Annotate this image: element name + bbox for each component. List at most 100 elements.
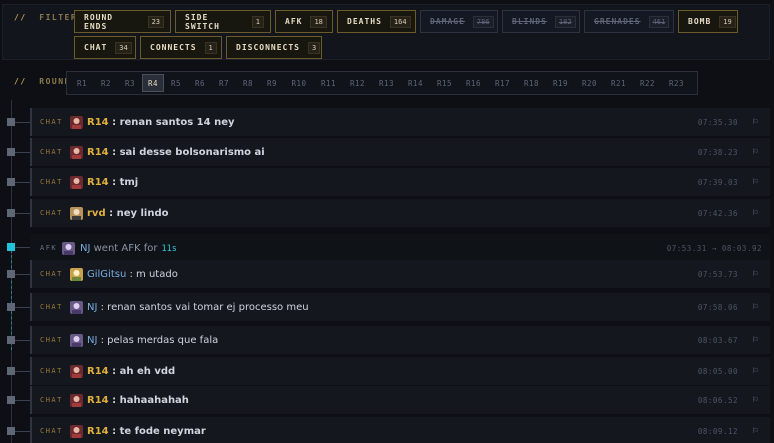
timeline-tick <box>15 122 30 123</box>
event-row-chat[interactable]: CHAT R14 : te fode neymar 08:09.12 ⚐ <box>30 417 770 443</box>
round-tab[interactable]: R12 <box>343 74 372 92</box>
timeline-node <box>7 118 15 126</box>
filter-chip-side-switch[interactable]: SIDE SWITCH 1 <box>175 10 271 33</box>
player-avatar-icon <box>70 393 83 407</box>
event-row-chat[interactable]: CHAT GilGitsu : m utado 07:53.73 ⚐ <box>30 260 770 288</box>
flag-icon[interactable]: ⚐ <box>753 177 758 187</box>
player-name: R14 <box>87 176 109 188</box>
flag-icon[interactable]: ⚐ <box>753 117 758 127</box>
filter-chip-damage[interactable]: DAMAGE 786 <box>420 10 498 33</box>
event-time: 08:05.00 <box>697 366 738 376</box>
event-row-chat[interactable]: CHAT NJ : renan santos vai tomar ej proc… <box>30 293 770 321</box>
round-tab[interactable]: R2 <box>94 74 118 92</box>
chip-count: 3 <box>307 41 321 54</box>
event-row-chat[interactable]: CHAT R14 : renan santos 14 ney 07:35.30 … <box>30 108 770 136</box>
filter-chip-connects[interactable]: CONNECTS 1 <box>140 36 222 59</box>
round-tab[interactable]: R7 <box>212 74 236 92</box>
event-row-chat[interactable]: CHAT R14 : ah eh vdd 08:05.00 ⚐ <box>30 357 770 385</box>
player-avatar-icon <box>70 300 83 314</box>
filter-chip-chat[interactable]: CHAT 34 <box>74 36 136 59</box>
player-avatar-icon <box>70 333 83 347</box>
timeline-tick <box>15 371 30 372</box>
chip-count: 461 <box>648 15 670 28</box>
chat-message: : ah eh vdd <box>112 365 176 377</box>
event-time: 07:53.73 <box>697 269 738 279</box>
round-tab[interactable]: R20 <box>575 74 604 92</box>
chat-message: : m utado <box>129 268 178 280</box>
flag-icon[interactable]: ⚐ <box>753 269 758 279</box>
filter-chip-grenades[interactable]: GRENADES 461 <box>584 10 674 33</box>
event-time: 07:42.36 <box>697 208 738 218</box>
chat-message: : pelas merdas que fala <box>100 334 219 346</box>
flag-icon[interactable]: ⚐ <box>753 147 758 157</box>
event-row-chat[interactable]: CHAT R14 : hahaahahah 08:06.52 ⚐ <box>30 386 770 414</box>
chip-count: 164 <box>389 15 411 28</box>
filter-chip-bomb[interactable]: BOMB 19 <box>678 10 738 33</box>
round-tab[interactable]: R22 <box>633 74 662 92</box>
player-name: R14 <box>87 394 109 406</box>
flag-icon[interactable]: ⚐ <box>753 302 758 312</box>
afk-range-line <box>11 250 12 350</box>
event-row-afk[interactable]: AFK NJ went AFK for 11s 07:53.31 → 08:03.… <box>30 234 770 262</box>
timeline-tick <box>15 340 30 341</box>
round-tab[interactable]: R19 <box>546 74 575 92</box>
round-tab[interactable]: R1 <box>70 74 94 92</box>
round-tab[interactable]: R11 <box>314 74 343 92</box>
timeline-tick <box>15 152 30 153</box>
player-name: rvd <box>87 207 106 219</box>
flag-icon[interactable]: ⚐ <box>753 335 758 345</box>
event-row-chat[interactable]: CHAT rvd : ney lindo 07:42.36 ⚐ <box>30 199 770 227</box>
chat-message: : renan santos vai tomar ej processo meu <box>100 301 309 313</box>
timeline-tick <box>15 213 30 214</box>
filter-chip-blinds[interactable]: BLINDS 182 <box>502 10 580 33</box>
round-tab[interactable]: R6 <box>188 74 212 92</box>
event-time: 07:39.03 <box>697 177 738 187</box>
player-name: R14 <box>87 116 109 128</box>
round-tab[interactable]: R18 <box>517 74 546 92</box>
event-row-chat[interactable]: CHAT R14 : tmj 07:39.03 ⚐ <box>30 168 770 196</box>
chip-count: 34 <box>115 41 132 54</box>
filter-chip-deaths[interactable]: DEATHS 164 <box>337 10 416 33</box>
event-timeline: CHAT R14 : renan santos 14 ney 07:35.30 … <box>0 100 774 443</box>
round-tab[interactable]: R3 <box>118 74 142 92</box>
filter-chip-round-ends[interactable]: ROUND ENDS 23 <box>74 10 171 33</box>
filter-chip-disconnects[interactable]: DISCONNECTS 3 <box>226 36 322 59</box>
flag-icon[interactable]: ⚐ <box>753 208 758 218</box>
round-tab[interactable]: R14 <box>401 74 430 92</box>
round-tab[interactable]: R15 <box>430 74 459 92</box>
chat-message: : ney lindo <box>109 207 169 219</box>
round-tab[interactable]: R16 <box>459 74 488 92</box>
chip-count: 23 <box>147 15 164 28</box>
filter-chip-afk[interactable]: AFK 18 <box>275 10 333 33</box>
round-tab[interactable]: R5 <box>164 74 188 92</box>
timeline-tick <box>15 431 30 432</box>
round-tab[interactable]: R9 <box>260 74 284 92</box>
timeline-tick <box>15 274 30 275</box>
round-tab[interactable]: R21 <box>604 74 633 92</box>
round-tab-active[interactable]: R4 <box>142 74 164 92</box>
event-time: 08:06.52 <box>697 395 738 405</box>
event-row-chat[interactable]: CHAT R14 : sai desse bolsonarismo ai 07:… <box>30 138 770 166</box>
round-tab[interactable]: R23 <box>662 74 691 92</box>
round-tab[interactable]: R8 <box>236 74 260 92</box>
event-type: CHAT <box>40 148 63 156</box>
flag-icon[interactable]: ⚐ <box>753 426 758 436</box>
timeline-node <box>7 336 15 344</box>
chip-count: 182 <box>554 15 576 28</box>
round-tab[interactable]: R13 <box>372 74 401 92</box>
timeline-node <box>7 427 15 435</box>
round-tab[interactable]: R10 <box>284 74 314 92</box>
player-name: R14 <box>87 365 109 377</box>
timeline-tick <box>15 400 30 401</box>
flag-icon[interactable]: ⚐ <box>753 366 758 376</box>
event-row-chat[interactable]: CHAT NJ : pelas merdas que fala 08:03.67… <box>30 326 770 354</box>
timeline-node <box>7 148 15 156</box>
timeline-tick <box>15 247 30 248</box>
timeline-node <box>7 209 15 217</box>
filter-label: // FILTER <box>14 13 78 22</box>
chip-count: 18 <box>310 15 327 28</box>
round-tab[interactable]: R17 <box>488 74 517 92</box>
flag-icon[interactable]: ⚐ <box>753 395 758 405</box>
chat-message: : tmj <box>112 176 139 188</box>
chat-message: : te fode neymar <box>112 425 206 437</box>
